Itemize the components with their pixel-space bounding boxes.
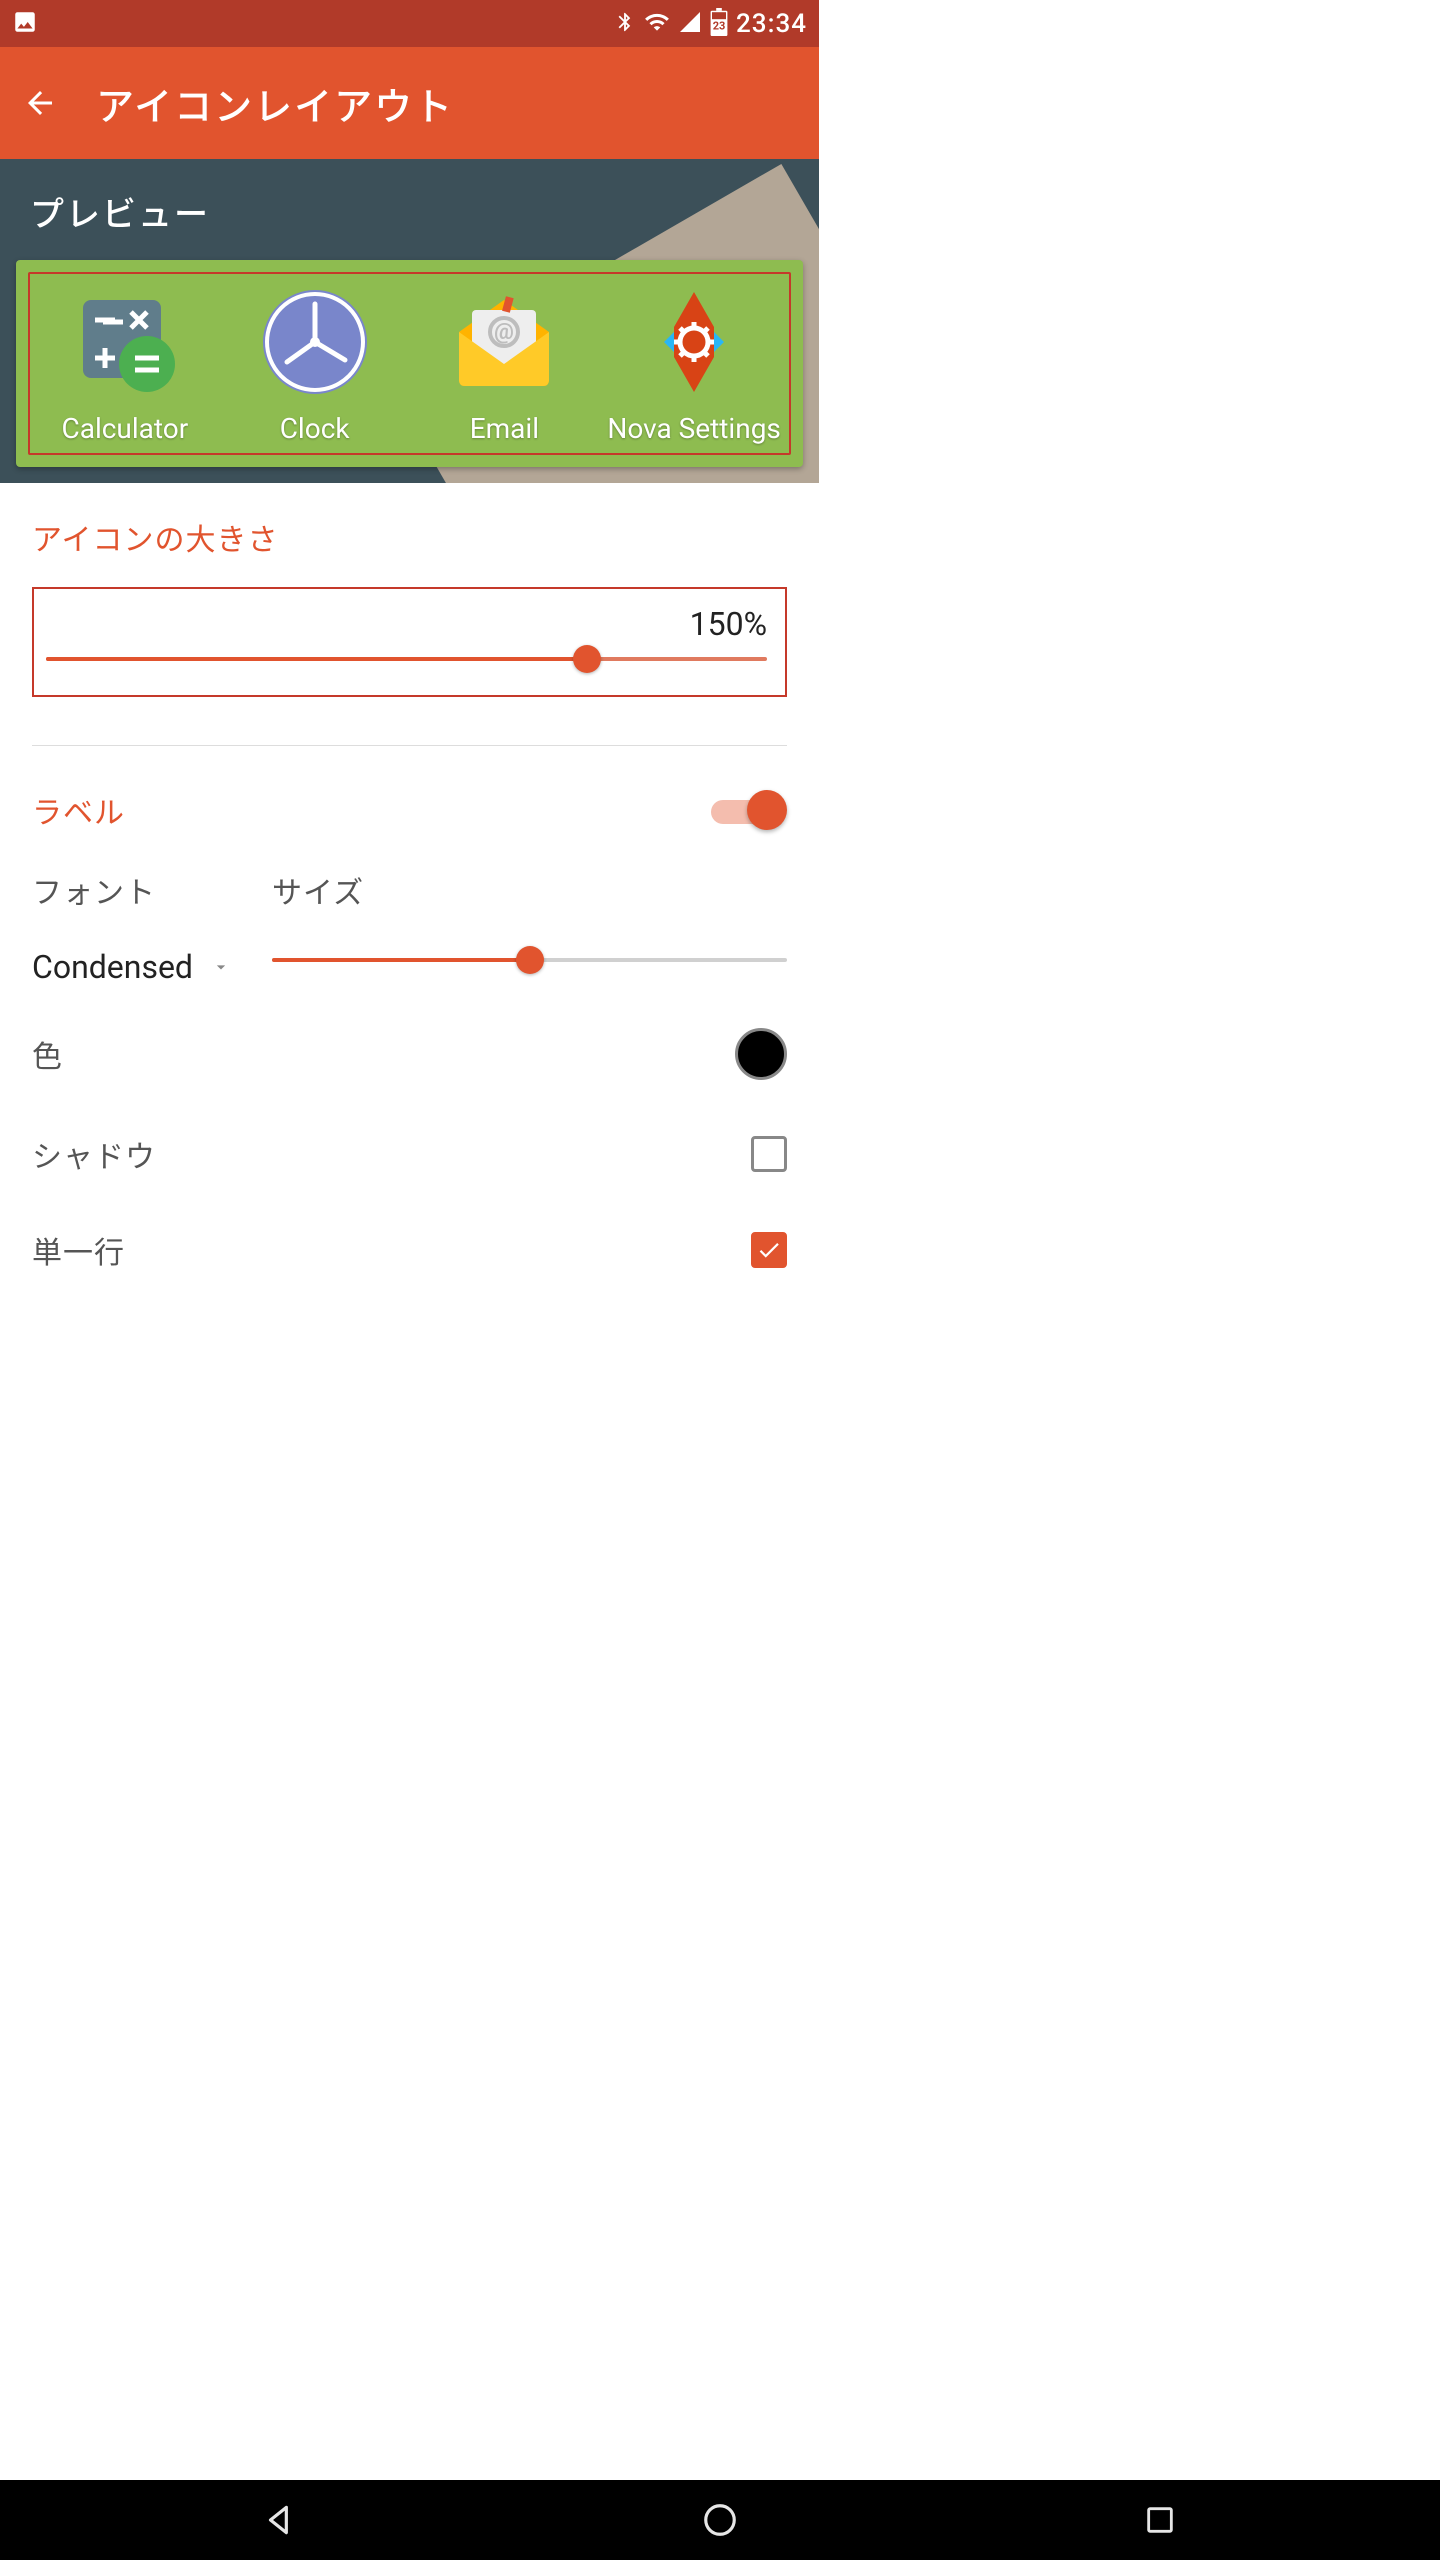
check-icon bbox=[756, 1237, 782, 1263]
label-size-slider[interactable] bbox=[272, 948, 787, 972]
font-column: フォント Condensed bbox=[32, 868, 252, 986]
nav-recent-icon bbox=[1143, 2503, 1177, 2537]
preview-app-nova: Nova Settings bbox=[599, 282, 789, 445]
shadow-checkbox[interactable] bbox=[751, 1136, 787, 1172]
chevron-down-icon bbox=[211, 957, 231, 977]
image-icon bbox=[12, 9, 38, 39]
wifi-icon bbox=[644, 9, 670, 39]
nav-back-icon bbox=[261, 2501, 299, 2539]
nav-home-button[interactable] bbox=[695, 2495, 745, 2545]
app-label: Clock bbox=[280, 412, 350, 445]
preview-section: プレビュー bbox=[0, 159, 819, 483]
preview-label: プレビュー bbox=[30, 187, 803, 236]
nav-bar bbox=[0, 2480, 1440, 2560]
app-label: Calculator bbox=[62, 412, 189, 445]
single-line-row[interactable]: 単一行 bbox=[32, 1228, 787, 1272]
nav-back-button[interactable] bbox=[255, 2495, 305, 2545]
icon-size-value: 150% bbox=[46, 605, 767, 643]
status-left bbox=[12, 9, 38, 39]
status-right: 23 23:34 bbox=[614, 8, 807, 40]
single-line-checkbox[interactable] bbox=[751, 1232, 787, 1268]
page-title: アイコンレイアウト bbox=[96, 76, 454, 131]
size-label: サイズ bbox=[272, 868, 787, 912]
battery-day-label: 23 bbox=[713, 20, 726, 33]
icon-size-title: アイコンの大きさ bbox=[32, 515, 787, 559]
battery-icon: 23 bbox=[710, 8, 728, 40]
color-swatch[interactable] bbox=[735, 1028, 787, 1080]
status-bar: 23 23:34 bbox=[0, 0, 819, 47]
preview-inner: Calculator Clock bbox=[28, 272, 791, 455]
font-value: Condensed bbox=[32, 948, 193, 986]
nav-home-icon bbox=[701, 2501, 739, 2539]
app-label: Email bbox=[470, 412, 539, 445]
app-bar: アイコンレイアウト bbox=[0, 47, 819, 159]
nova-settings-icon bbox=[634, 282, 754, 402]
preview-box: Calculator Clock bbox=[16, 260, 803, 467]
back-button[interactable] bbox=[20, 83, 60, 123]
color-label: 色 bbox=[32, 1032, 63, 1076]
bluetooth-icon bbox=[614, 11, 636, 37]
icon-size-slider[interactable] bbox=[46, 647, 767, 671]
label-toggle[interactable] bbox=[711, 790, 787, 830]
calculator-icon bbox=[65, 282, 185, 402]
font-size-row: フォント Condensed サイズ bbox=[32, 868, 787, 986]
font-dropdown[interactable]: Condensed bbox=[32, 948, 252, 986]
label-title: ラベル bbox=[32, 788, 125, 832]
single-line-label: 単一行 bbox=[32, 1228, 125, 1272]
email-icon: @ bbox=[444, 282, 564, 402]
status-time: 23:34 bbox=[736, 9, 807, 39]
arrow-back-icon bbox=[22, 85, 58, 121]
app-label: Nova Settings bbox=[607, 412, 781, 445]
nav-recent-button[interactable] bbox=[1135, 2495, 1185, 2545]
divider bbox=[32, 745, 787, 746]
shadow-row[interactable]: シャドウ bbox=[32, 1132, 787, 1176]
preview-app-calculator: Calculator bbox=[30, 282, 220, 445]
preview-app-email: @ Email bbox=[410, 282, 600, 445]
clock-icon bbox=[255, 282, 375, 402]
signal-icon bbox=[678, 10, 702, 38]
settings-content: アイコンの大きさ 150% ラベル フォント Condensed サイズ bbox=[0, 483, 819, 1272]
preview-app-clock: Clock bbox=[220, 282, 410, 445]
label-header-row: ラベル bbox=[32, 788, 787, 832]
svg-text:@: @ bbox=[495, 320, 515, 345]
color-row[interactable]: 色 bbox=[32, 1028, 787, 1080]
shadow-label: シャドウ bbox=[32, 1132, 156, 1176]
font-label: フォント bbox=[32, 868, 252, 912]
icon-size-box: 150% bbox=[32, 587, 787, 697]
size-column: サイズ bbox=[272, 868, 787, 986]
